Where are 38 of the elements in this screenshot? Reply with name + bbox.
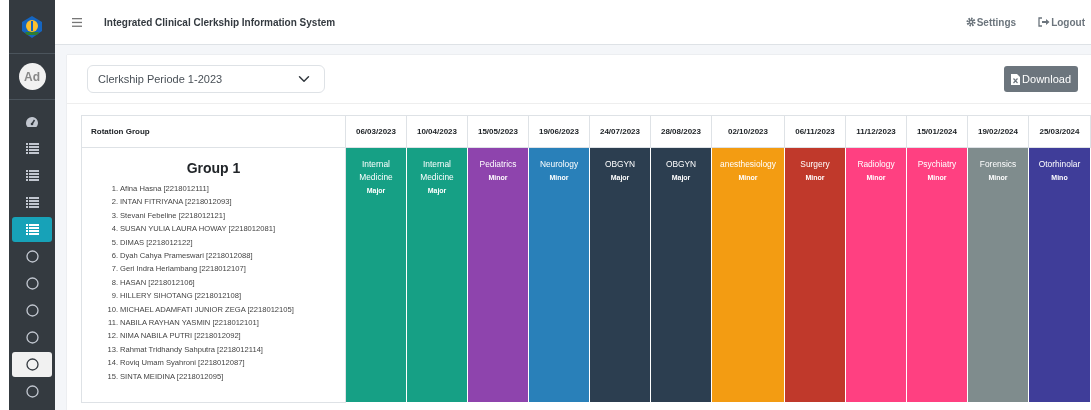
column-header: 19/02/2024	[967, 115, 1029, 148]
circle-icon	[25, 250, 39, 263]
gauge-icon	[25, 115, 39, 128]
circle-icon	[25, 277, 39, 290]
nav-item[interactable]	[12, 352, 52, 377]
column-header: 25/03/2024	[1028, 115, 1091, 148]
column-header: 11/12/2023	[845, 115, 907, 148]
circle-icon	[25, 358, 39, 371]
nav-link[interactable]: Settings	[965, 14, 1017, 30]
gear-icon	[965, 17, 976, 27]
column-header: 28/08/2023	[650, 115, 712, 148]
list-icon	[25, 197, 39, 208]
column-header: 15/05/2023	[467, 115, 529, 148]
logo-icon	[20, 14, 44, 39]
column-header: 06/03/2023	[345, 115, 407, 148]
period-select[interactable]: Clerkship Periode 1-2023	[87, 65, 325, 93]
list-icon	[25, 170, 39, 181]
circle-icon	[25, 385, 39, 398]
nav-link[interactable]: Logout	[1038, 14, 1085, 30]
spreadsheet-file-icon	[1011, 73, 1021, 85]
download-button[interactable]: Download	[1004, 65, 1078, 93]
app-title: Integrated Clinical Clerkship Information System	[104, 15, 336, 30]
column-header: 24/07/2023	[589, 115, 651, 148]
list-icon	[25, 224, 39, 235]
circle-icon	[25, 331, 39, 344]
group-title: Group 1	[185, 159, 242, 178]
circle-icon	[25, 304, 39, 317]
nav-item[interactable]	[12, 217, 52, 242]
column-header: 15/01/2024	[906, 115, 968, 148]
column-header: 02/10/2023	[711, 115, 785, 148]
menu-icon[interactable]	[72, 17, 82, 27]
list-icon	[25, 143, 39, 154]
column-header: Rotation Group	[81, 115, 346, 148]
avatar: Ad	[18, 63, 46, 90]
logout-icon	[1038, 17, 1051, 27]
column-header: 06/11/2023	[784, 115, 846, 148]
column-header: 19/06/2023	[528, 115, 590, 148]
column-header: 10/04/2023	[406, 115, 468, 148]
